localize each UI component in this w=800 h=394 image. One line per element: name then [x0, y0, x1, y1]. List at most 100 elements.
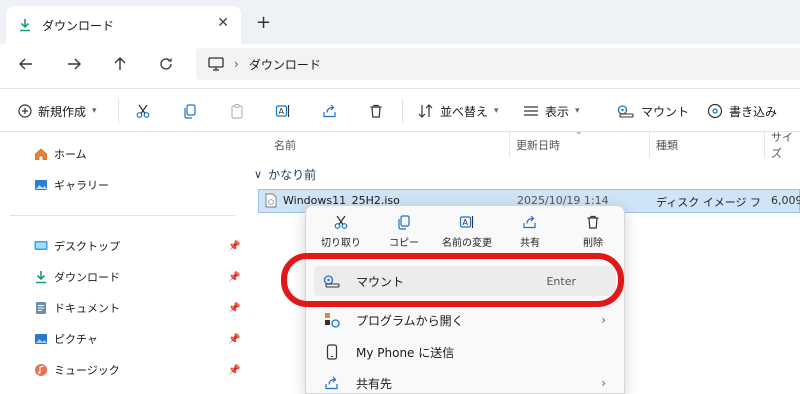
document-icon	[34, 301, 48, 315]
menu-item-open-with[interactable]: プログラムから開く ›	[314, 305, 616, 335]
highlight-ring	[281, 253, 624, 307]
column-header-type[interactable]: 種類	[656, 132, 678, 158]
pictures-icon	[34, 332, 48, 346]
home-icon	[34, 147, 48, 161]
column-header-date[interactable]: 更新日時	[516, 132, 560, 158]
sidebar-item-music[interactable]: ミュージック	[34, 360, 120, 380]
cut-button[interactable]	[135, 89, 151, 133]
rename-button[interactable]: A	[275, 89, 291, 133]
sidebar-item-label: ホーム	[54, 148, 87, 161]
pin-icon: 📌	[228, 272, 241, 283]
copy-button[interactable]	[182, 89, 198, 133]
sidebar-item-downloads[interactable]: ダウンロード	[34, 267, 120, 287]
sort-icon	[418, 104, 434, 118]
scissors-icon	[333, 214, 349, 230]
divider	[118, 99, 119, 123]
tab-downloads[interactable]: ダウンロード ✕	[6, 6, 241, 44]
burn-button[interactable]: 書き込み	[707, 89, 777, 133]
menu-item-label: 共有先	[356, 376, 393, 391]
copy-icon	[182, 103, 198, 119]
sidebar-item-pictures[interactable]: ピクチャ	[34, 329, 98, 349]
mount-label: マウント	[641, 104, 690, 119]
pin-icon: 📌	[228, 365, 241, 376]
burn-label: 書き込み	[729, 104, 778, 119]
sidebar-item-label: ピクチャ	[54, 333, 98, 346]
view-label: 表示	[545, 104, 570, 119]
scissors-icon	[135, 103, 151, 119]
delete-button[interactable]	[368, 89, 384, 133]
chevron-down-icon: ▾	[575, 106, 580, 116]
svg-text:A: A	[463, 218, 469, 227]
sidebar-item-documents[interactable]: ドキュメント	[34, 298, 120, 318]
menu-item-my-phone[interactable]: My Phone に送信	[314, 337, 616, 367]
up-button[interactable]	[108, 52, 132, 76]
sidebar-item-label: ギャラリー	[54, 179, 109, 192]
copy-action[interactable]: コピー	[373, 214, 435, 258]
sort-button[interactable]: 並べ替え ▾	[418, 89, 499, 133]
share-action[interactable]: 共有	[499, 214, 561, 258]
paste-button	[229, 89, 245, 133]
chevron-right-icon: ›	[601, 313, 606, 327]
computer-icon	[208, 57, 224, 71]
sidebar-item-label: ドキュメント	[54, 302, 120, 315]
view-button[interactable]: 表示 ▾	[523, 89, 580, 133]
quick-action-label: 名前の変更	[442, 238, 492, 249]
download-icon	[34, 270, 48, 284]
column-header-size[interactable]: サイズ	[771, 131, 800, 160]
tab-label: ダウンロード	[42, 18, 115, 33]
sidebar-item-home[interactable]: ホーム	[34, 144, 87, 164]
sort-indicator-icon: ⌄	[575, 127, 583, 137]
new-tab-button[interactable]: +	[256, 12, 271, 33]
new-button[interactable]: 新規作成 ▾	[18, 89, 97, 133]
new-label: 新規作成	[38, 104, 87, 119]
close-icon[interactable]: ✕	[217, 15, 229, 31]
column-header-name[interactable]: 名前	[274, 132, 296, 158]
breadcrumb[interactable]: ダウンロード	[249, 56, 321, 73]
add-icon	[18, 104, 32, 118]
menu-item-share-to[interactable]: 共有先 ›	[314, 368, 616, 394]
column-divider[interactable]	[764, 132, 765, 158]
quick-action-label: コピー	[389, 238, 419, 249]
navigation-pane: ホーム ギャラリー デスクトップ 📌 ダウンロード 📌 ドキュメント 📌 ピクチ…	[0, 132, 244, 394]
pin-icon: 📌	[228, 334, 241, 345]
chevron-right-icon: ›	[601, 376, 606, 390]
back-button[interactable]	[14, 52, 38, 76]
column-divider[interactable]	[509, 132, 510, 158]
sidebar-item-label: デスクトップ	[54, 240, 120, 253]
quick-action-label: 切り取り	[321, 238, 361, 249]
navigation-bar: › ダウンロード	[0, 44, 800, 84]
disc-icon	[707, 103, 723, 119]
address-bar[interactable]: › ダウンロード	[196, 48, 800, 80]
sidebar-item-desktop[interactable]: デスクトップ	[34, 236, 120, 256]
chevron-down-icon: ▾	[494, 106, 499, 116]
copy-icon	[396, 214, 412, 230]
music-icon	[34, 363, 48, 377]
command-bar: 新規作成 ▾ A 並べ替え ▾ 表示 ▾ マウント 書き込み	[0, 88, 800, 132]
column-header-label: サイズ	[771, 131, 793, 160]
share-icon	[522, 214, 538, 230]
cut-action[interactable]: 切り取り	[310, 214, 372, 258]
rename-icon: A	[459, 214, 475, 230]
mount-toolbar-button[interactable]: マウント	[617, 89, 689, 133]
delete-action[interactable]: 削除	[562, 214, 624, 258]
rename-icon: A	[275, 103, 291, 119]
sidebar-item-gallery[interactable]: ギャラリー	[34, 175, 109, 195]
chevron-down-icon: ∨	[254, 167, 263, 181]
menu-item-label: プログラムから開く	[356, 313, 464, 328]
file-size: 6,009	[771, 194, 800, 207]
phone-icon	[322, 344, 342, 360]
gallery-icon	[34, 178, 48, 192]
tab-bar: ダウンロード ✕ +	[0, 0, 800, 44]
refresh-button[interactable]	[154, 52, 178, 76]
group-label: かなり前	[268, 167, 317, 182]
pin-icon: 📌	[228, 241, 241, 252]
column-divider[interactable]	[649, 132, 650, 158]
share-button[interactable]	[322, 89, 338, 133]
sidebar-item-label: ダウンロード	[54, 271, 120, 284]
divider	[402, 99, 403, 123]
file-type: ディスク イメージ ファ...	[656, 196, 761, 209]
download-icon	[18, 18, 32, 32]
group-header[interactable]: ∨ かなり前	[254, 164, 316, 184]
rename-action[interactable]: A 名前の変更	[436, 214, 498, 258]
forward-button[interactable]	[62, 52, 86, 76]
